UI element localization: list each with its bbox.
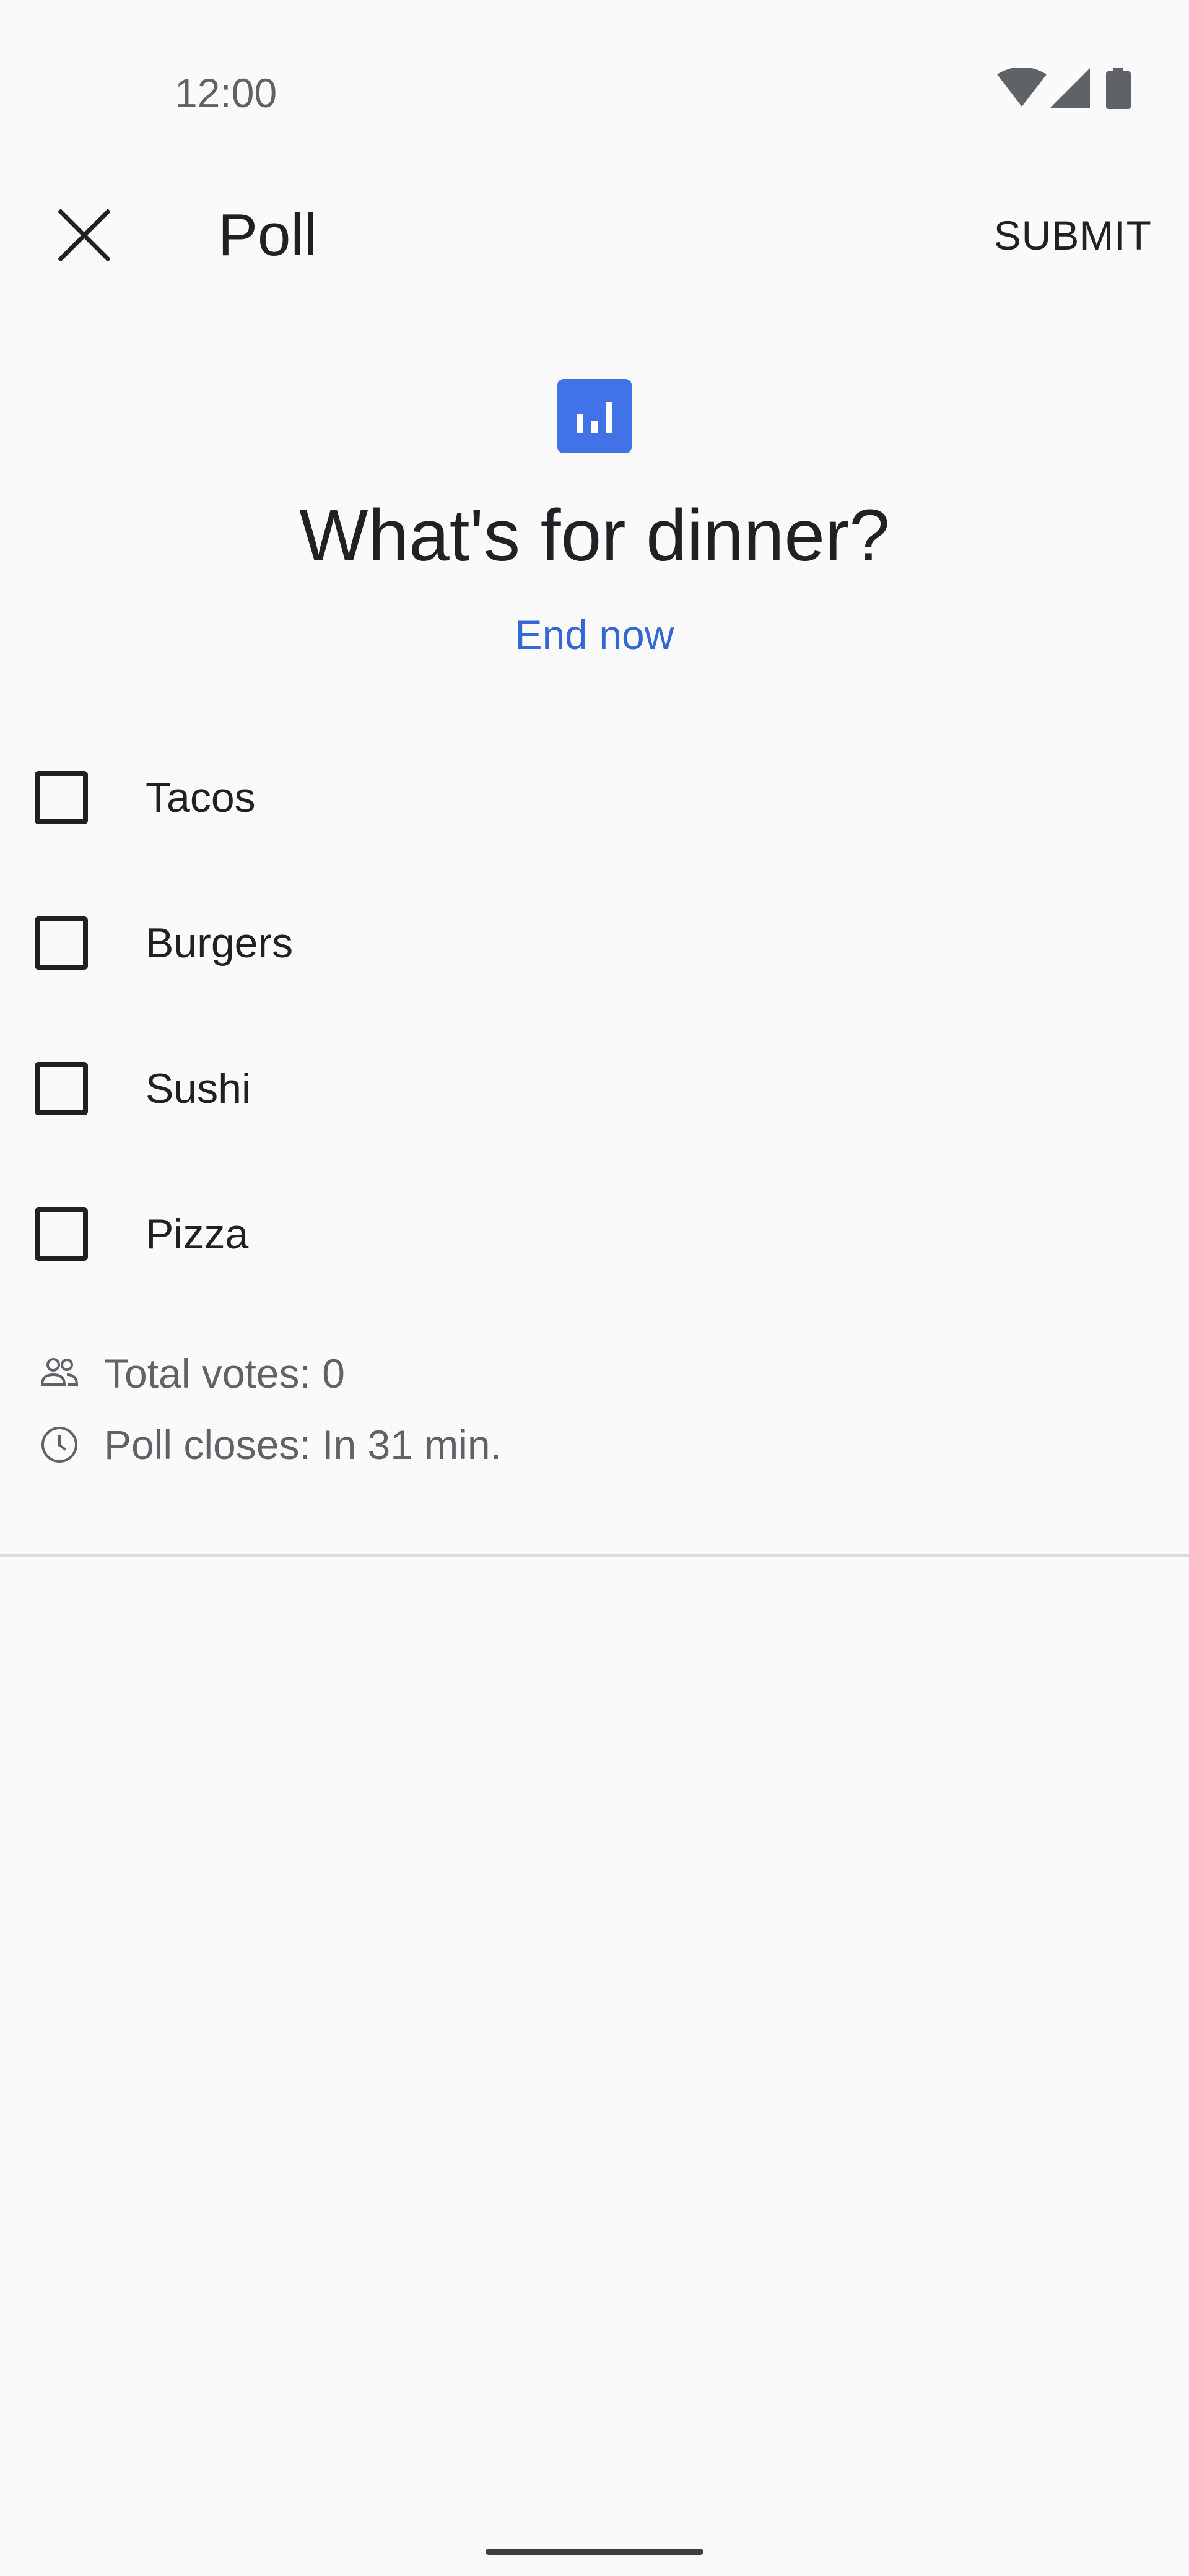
checkbox[interactable] bbox=[35, 1207, 88, 1261]
poll-closes-value: In 31 min. bbox=[322, 1421, 502, 1468]
option-label: Burgers bbox=[146, 919, 294, 967]
poll-option[interactable]: Sushi bbox=[0, 1016, 1189, 1161]
checkbox[interactable] bbox=[35, 1061, 88, 1115]
cellular-signal-icon bbox=[1050, 68, 1090, 108]
page-title: Poll bbox=[218, 202, 318, 268]
status-icons bbox=[997, 68, 1139, 111]
poll-closes-label: Poll closes: bbox=[104, 1421, 311, 1468]
total-votes-row: Total votes: 0 bbox=[0, 1338, 1189, 1409]
poll-closes-row: Poll closes: In 31 min. bbox=[0, 1409, 1189, 1480]
poll-option[interactable]: Burgers bbox=[0, 870, 1189, 1016]
option-label: Pizza bbox=[146, 1210, 249, 1258]
poll-options: Tacos Burgers Sushi Pizza bbox=[0, 724, 1189, 1307]
poll-stats: Total votes: 0 Poll closes: In 31 min. bbox=[0, 1338, 1189, 1480]
option-label: Tacos bbox=[146, 773, 256, 821]
close-button[interactable] bbox=[47, 198, 121, 272]
total-votes-text: Total votes: 0 bbox=[104, 1342, 345, 1404]
battery-icon bbox=[1106, 68, 1131, 109]
status-time: 12:00 bbox=[175, 70, 277, 116]
poll-question: What's for dinner? bbox=[299, 495, 890, 577]
status-bar: 12:00 bbox=[0, 0, 1189, 186]
poll-closes-text: Poll closes: In 31 min. bbox=[104, 1414, 502, 1476]
submit-button[interactable]: SUBMIT bbox=[994, 204, 1152, 266]
checkbox[interactable] bbox=[35, 916, 88, 970]
divider bbox=[0, 1554, 1189, 1557]
clock-icon bbox=[41, 1426, 77, 1463]
poll-chart-icon bbox=[557, 379, 632, 453]
close-icon bbox=[58, 209, 110, 261]
option-label: Sushi bbox=[146, 1064, 251, 1112]
wifi-icon bbox=[997, 68, 1047, 107]
poll-option[interactable]: Tacos bbox=[0, 724, 1189, 870]
people-icon bbox=[40, 1357, 79, 1386]
poll-option[interactable]: Pizza bbox=[0, 1161, 1189, 1307]
total-votes-label: Total votes: bbox=[104, 1350, 311, 1396]
checkbox[interactable] bbox=[35, 770, 88, 824]
end-now-link[interactable]: End now bbox=[471, 604, 718, 666]
app-bar: Poll SUBMIT bbox=[0, 186, 1189, 285]
gesture-nav-handle[interactable] bbox=[486, 2549, 703, 2555]
total-votes-value: 0 bbox=[322, 1350, 345, 1396]
